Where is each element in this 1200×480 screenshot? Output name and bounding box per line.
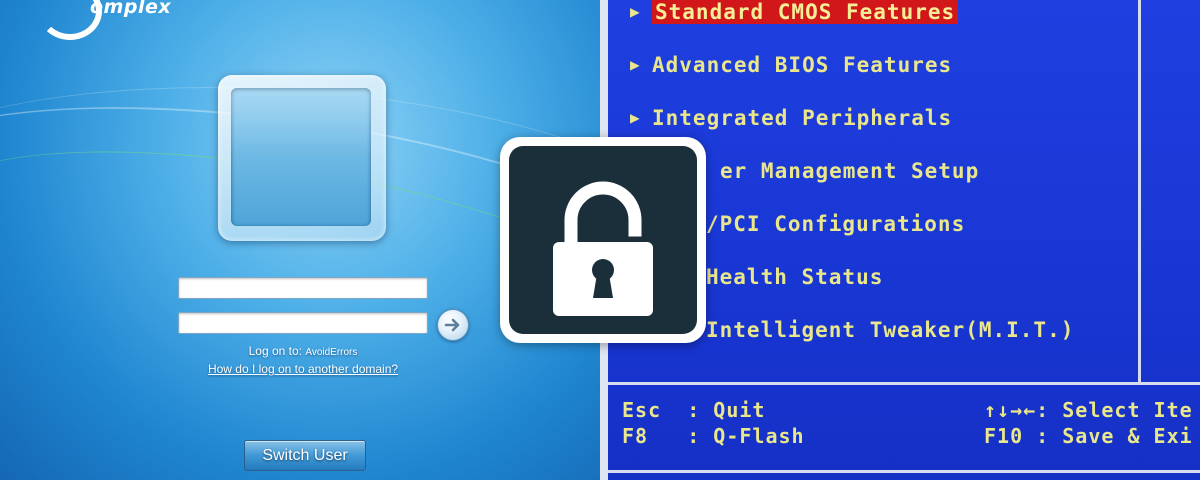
bios-menu-item[interactable]: ▶ Integrated Peripherals <box>630 106 952 130</box>
bios-menu-item[interactable]: ▶ Advanced BIOS Features <box>630 53 952 77</box>
footer-esc: Esc : Quit <box>622 398 766 422</box>
bios-divider <box>608 382 1200 385</box>
footer-f8: F8 : Q-Flash <box>622 424 805 448</box>
other-domain-link[interactable]: How do I log on to another domain? <box>178 362 428 376</box>
bios-menu-item[interactable]: er Management Setup <box>720 159 979 183</box>
bios-divider <box>608 470 1200 473</box>
password-field[interactable] <box>178 312 428 334</box>
menu-arrow-icon: ▶ <box>630 108 641 127</box>
bios-menu-item[interactable]: ▶ Standard CMOS Features <box>630 0 959 24</box>
switch-user-button[interactable]: Switch User <box>244 440 366 471</box>
bios-menu-item[interactable]: Health Status <box>706 265 883 289</box>
bios-divider <box>1138 0 1141 382</box>
logon-label: Log on to: <box>248 344 302 358</box>
badge-core <box>509 146 697 334</box>
logon-domain: AvoidErrors <box>305 347 358 358</box>
username-field[interactable] <box>178 277 428 299</box>
footer-select: ↑↓→←: Select Ite <box>984 398 1193 422</box>
bios-menu-item[interactable]: /PCI Configurations <box>706 212 965 236</box>
submit-arrow-button[interactable] <box>437 309 469 341</box>
unlocked-padlock-icon <box>553 181 653 316</box>
arrow-right-icon <box>444 318 460 332</box>
brand-logo-text: omplex <box>90 0 172 18</box>
bios-menu-item[interactable]: Intelligent Tweaker(M.I.T.) <box>706 318 1074 342</box>
logon-domain-info: Log on to: AvoidErrors <box>178 344 428 358</box>
footer-save-exit: F10 : Save & Exi <box>984 424 1193 448</box>
avatar <box>231 88 371 226</box>
user-avatar-frame <box>218 75 386 241</box>
menu-arrow-icon: ▶ <box>630 2 641 21</box>
unlock-badge <box>500 137 706 343</box>
menu-arrow-icon: ▶ <box>630 55 641 74</box>
